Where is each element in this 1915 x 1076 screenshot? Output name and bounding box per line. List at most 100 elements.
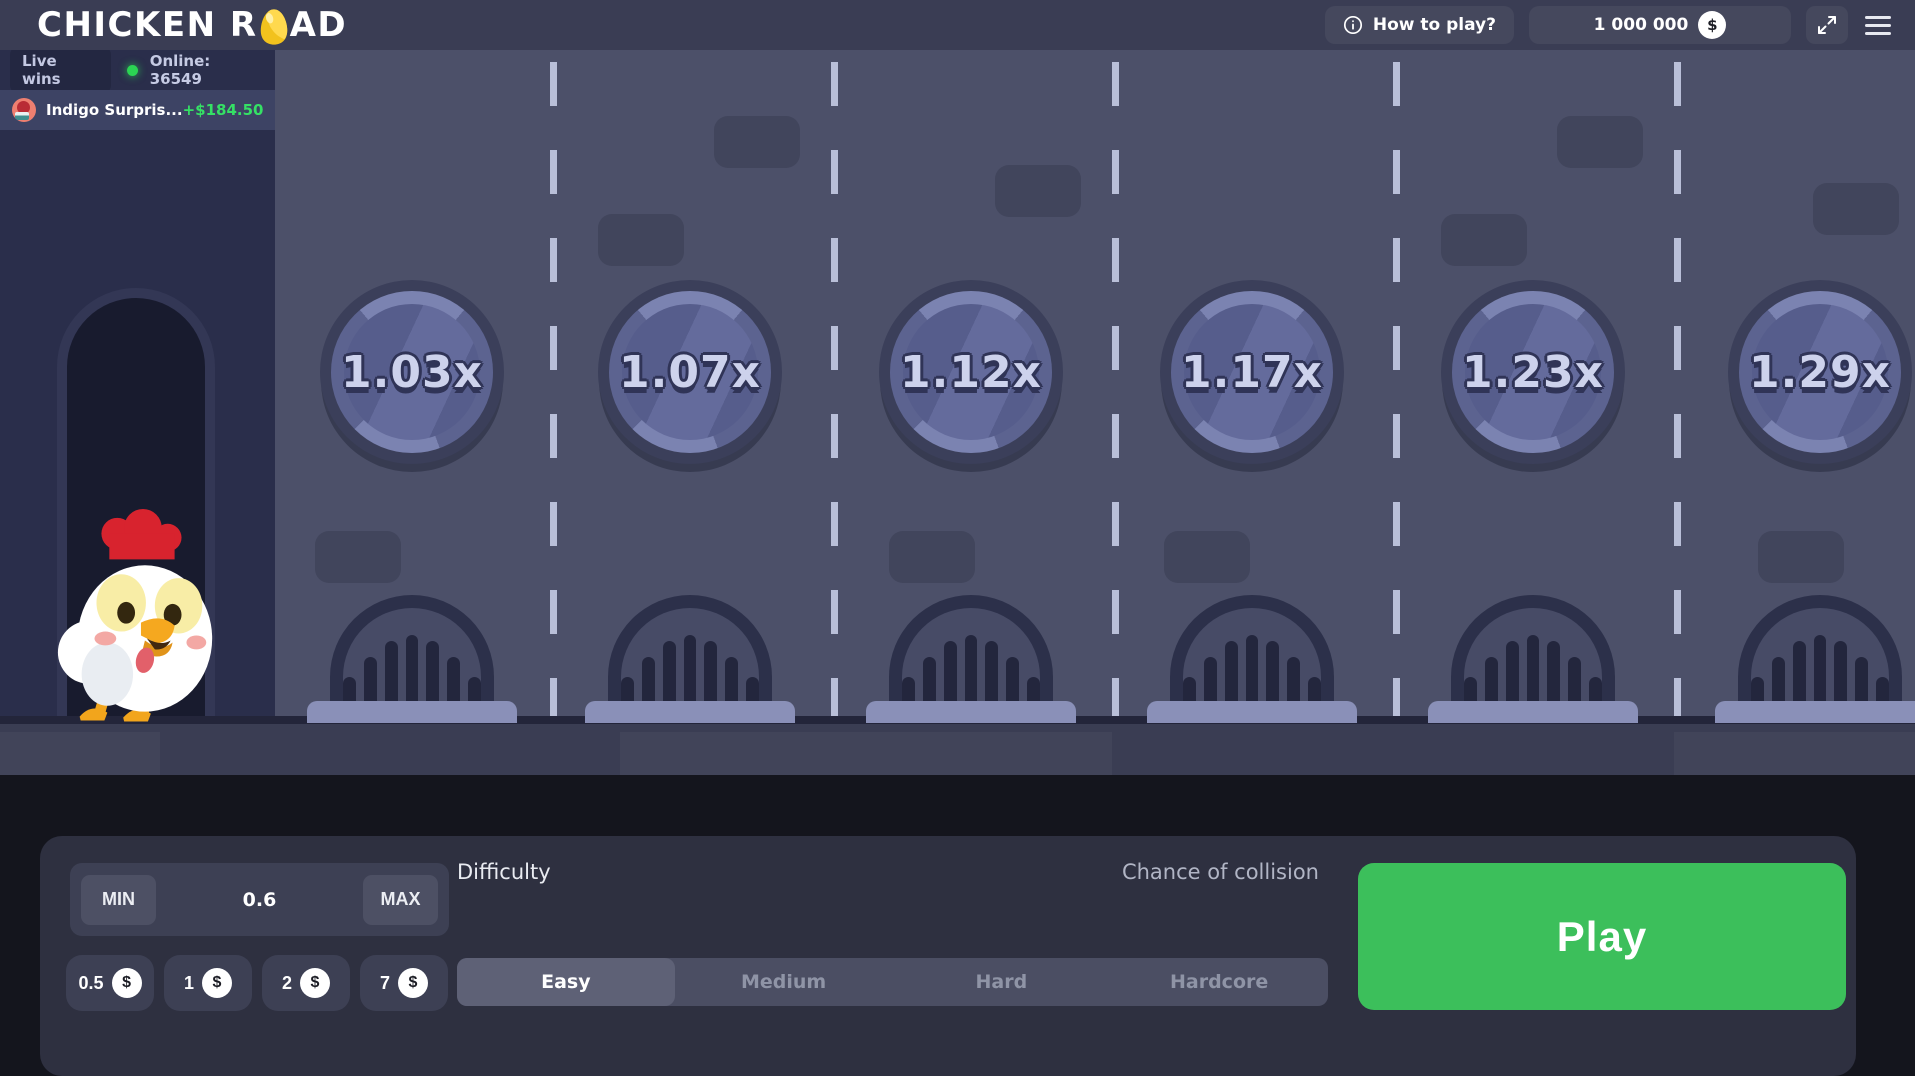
road-patch <box>1813 183 1899 235</box>
coin-icon: $ <box>300 968 330 998</box>
bet-amount-box: MIN 0.6 MAX <box>70 863 449 936</box>
how-to-play-label: How to play? <box>1373 15 1496 35</box>
bet-control-panel: MIN 0.6 MAX 0.5$1$2$7$ Difficulty Chance… <box>40 836 1856 1076</box>
menu-button[interactable] <box>1863 10 1893 41</box>
difficulty-tab-hard[interactable]: Hard <box>893 958 1111 1006</box>
egg-logo-icon <box>259 7 289 47</box>
quick-bet-value: 2 <box>282 973 292 994</box>
player-avatar <box>12 98 36 122</box>
multiplier-cap: 1.07x <box>598 280 782 464</box>
multiplier-cap-face: 1.29x <box>1752 304 1888 440</box>
grate-curb <box>585 701 795 723</box>
quick-bet-button[interactable]: 2$ <box>262 955 350 1011</box>
multiplier-cap-ring: 1.29x <box>1739 291 1901 453</box>
multiplier-cap: 1.03x <box>320 280 504 464</box>
difficulty-tab-medium[interactable]: Medium <box>675 958 893 1006</box>
multiplier-value: 1.23x <box>1462 347 1604 398</box>
multiplier-cap-face: 1.03x <box>344 304 480 440</box>
multiplier-value: 1.29x <box>1749 347 1891 398</box>
game-stage: 1.03x 1.07x 1.12x 1.17x 1.23x 1.29x Live wins… <box>0 50 1915 723</box>
road: 1.03x 1.07x 1.12x 1.17x 1.23x 1.29x <box>275 50 1915 723</box>
max-bet-button[interactable]: MAX <box>363 875 438 925</box>
fullscreen-icon <box>1816 14 1838 36</box>
road-patch <box>714 116 800 168</box>
logo-text-right: AD <box>290 8 348 42</box>
multiplier-cap-face: 1.23x <box>1465 304 1601 440</box>
lane-divider-dash <box>1393 62 1400 723</box>
road-patch <box>889 531 975 583</box>
multiplier-cap-face: 1.17x <box>1184 304 1320 440</box>
balance-display: 1 000 000 $ <box>1529 6 1791 44</box>
road-patch <box>598 214 684 266</box>
lane-divider-dash <box>1112 62 1119 723</box>
balance-value: 1 000 000 <box>1594 15 1689 35</box>
coin-icon: $ <box>1698 11 1726 39</box>
grate-curb <box>1428 701 1638 723</box>
online-count: Online: 36549 <box>150 52 265 88</box>
coin-icon: $ <box>398 968 428 998</box>
lane-divider-dash <box>550 62 557 723</box>
quick-bet-value: 0.5 <box>78 973 103 994</box>
difficulty-tab-easy[interactable]: Easy <box>457 958 675 1006</box>
live-win-row: Indigo Surpris... +$184.50 <box>0 90 275 130</box>
chance-of-collision-label: Chance of collision <box>1122 860 1319 884</box>
live-wins-sidebar: Live wins Online: 36549 Indigo Surpris..… <box>0 50 275 723</box>
quick-bet-value: 7 <box>380 973 390 994</box>
chicken-character <box>50 504 228 722</box>
fullscreen-button[interactable] <box>1806 6 1848 44</box>
quick-bet-value: 1 <box>184 973 194 994</box>
multiplier-value: 1.17x <box>1181 347 1323 398</box>
coin-icon: $ <box>112 968 142 998</box>
topbar: CHICKEN R AD How to play? 1 000 000 $ <box>0 0 1915 50</box>
multiplier-cap-ring: 1.23x <box>1452 291 1614 453</box>
multiplier-cap: 1.17x <box>1160 280 1344 464</box>
multiplier-value: 1.12x <box>900 347 1042 398</box>
topbar-right: How to play? 1 000 000 $ <box>1325 6 1893 44</box>
lane-divider-dash <box>831 62 838 723</box>
play-button[interactable]: Play <box>1358 863 1846 1010</box>
quick-bet-button[interactable]: 7$ <box>360 955 448 1011</box>
multiplier-cap-ring: 1.17x <box>1171 291 1333 453</box>
quick-bet-button[interactable]: 1$ <box>164 955 252 1011</box>
multiplier-cap-face: 1.07x <box>622 304 758 440</box>
difficulty-label: Difficulty <box>457 860 551 884</box>
multiplier-cap: 1.23x <box>1441 280 1625 464</box>
info-icon <box>1343 15 1363 35</box>
multiplier-cap: 1.29x <box>1728 280 1912 464</box>
quick-bet-button[interactable]: 0.5 $ <box>66 955 154 1011</box>
multiplier-value: 1.07x <box>619 347 761 398</box>
grate-curb <box>1147 701 1357 723</box>
logo-text-left: CHICKEN R <box>37 8 258 42</box>
how-to-play-button[interactable]: How to play? <box>1325 6 1514 44</box>
road-patch <box>1164 531 1250 583</box>
online-status-dot <box>127 65 138 76</box>
difficulty-tab-hardcore[interactable]: Hardcore <box>1110 958 1328 1006</box>
min-bet-button[interactable]: MIN <box>81 875 156 925</box>
coin-icon: $ <box>202 968 232 998</box>
difficulty-tabs: EasyMediumHardHardcore <box>457 958 1328 1006</box>
sidebar-header: Live wins Online: 36549 <box>0 50 275 90</box>
multiplier-cap-ring: 1.12x <box>890 291 1052 453</box>
win-amount: +$184.50 <box>183 101 264 119</box>
menu-icon <box>1865 16 1891 19</box>
multiplier-cap: 1.12x <box>879 280 1063 464</box>
player-name: Indigo Surpris... <box>46 101 183 119</box>
road-patch <box>995 165 1081 217</box>
multiplier-value: 1.03x <box>341 347 483 398</box>
grate-curb <box>866 701 1076 723</box>
lane-divider-dash <box>1674 62 1681 723</box>
multiplier-cap-face: 1.12x <box>903 304 1039 440</box>
multiplier-cap-ring: 1.07x <box>609 291 771 453</box>
grate-curb <box>307 701 517 723</box>
bet-amount-input[interactable]: 0.6 <box>243 889 277 911</box>
quick-bet-row: 0.5$1$2$7$ <box>66 955 448 1011</box>
sidewalk <box>0 716 1915 775</box>
live-wins-tab[interactable]: Live wins <box>10 46 111 94</box>
multiplier-cap-ring: 1.03x <box>331 291 493 453</box>
app-logo: CHICKEN R AD <box>37 5 347 45</box>
road-patch <box>1557 116 1643 168</box>
road-patch <box>1758 531 1844 583</box>
road-patch <box>315 531 401 583</box>
road-patch <box>1441 214 1527 266</box>
grate-curb <box>1715 701 1915 723</box>
